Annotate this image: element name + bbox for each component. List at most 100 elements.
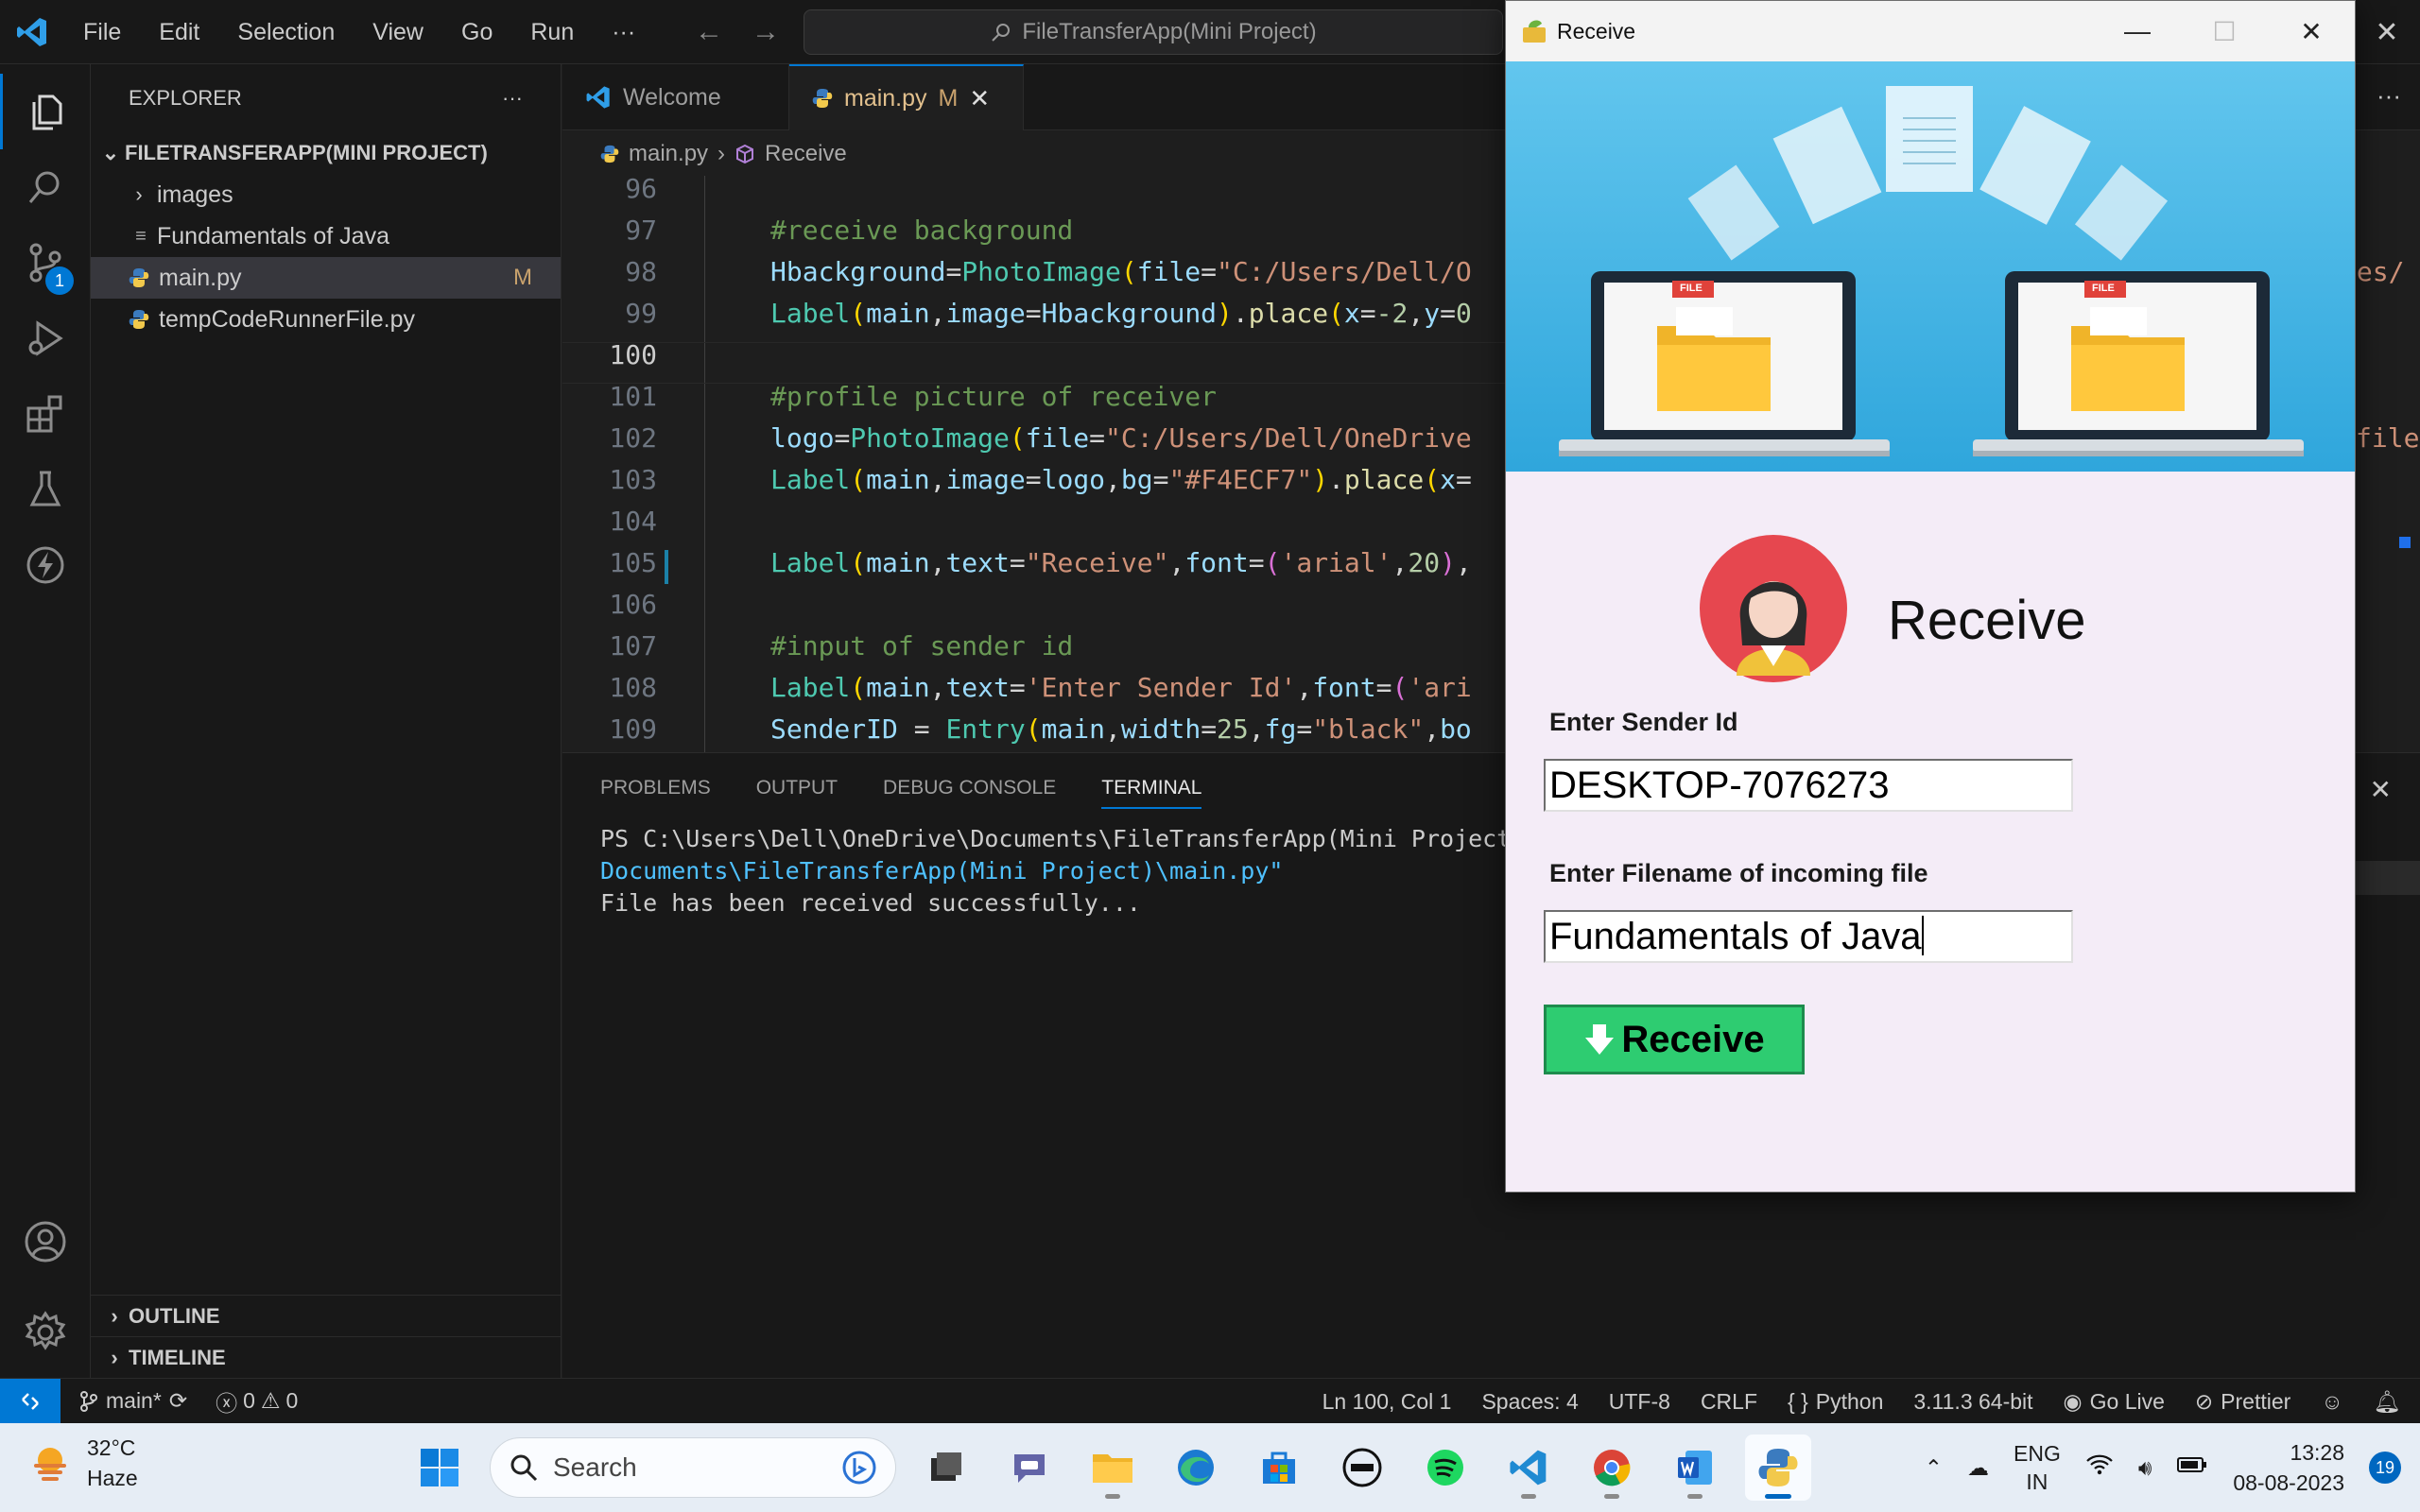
tab-welcome[interactable]: Welcome xyxy=(562,64,789,130)
source-control-icon[interactable]: 1 xyxy=(0,225,91,301)
chrome-icon[interactable] xyxy=(1579,1435,1645,1501)
menu-edit[interactable]: Edit xyxy=(140,0,218,64)
receive-heading: Receive xyxy=(1888,590,2086,651)
status-bar: main* ⟳ ⓧ 0 ⚠ 0 Ln 100, Col 1 Spaces: 4 UT… xyxy=(0,1378,2420,1424)
weather-widget[interactable]: 32°C Haze xyxy=(28,1433,138,1493)
explorer-icon[interactable] xyxy=(0,74,91,149)
receive-button[interactable]: Receive xyxy=(1544,1005,1805,1074)
branch-indicator[interactable]: main* ⟳ xyxy=(79,1388,187,1414)
outline-label: OUTLINE xyxy=(129,1303,220,1328)
vscode-taskbar-icon[interactable] xyxy=(1495,1435,1562,1501)
language-indicator[interactable]: ENG IN xyxy=(2014,1439,2061,1496)
tab-close-icon[interactable]: ✕ xyxy=(969,84,990,113)
run-debug-icon[interactable] xyxy=(0,301,91,376)
vscode-close-icon[interactable]: ✕ xyxy=(2354,0,2420,64)
cursor-position[interactable]: Ln 100, Col 1 xyxy=(1322,1389,1452,1415)
code-line: 101 #profile picture of receiver xyxy=(609,381,1218,412)
thunder-client-icon[interactable] xyxy=(0,527,91,603)
account-icon[interactable] xyxy=(0,1204,91,1280)
teams-chat-icon[interactable] xyxy=(996,1435,1063,1501)
microsoft-store-icon[interactable] xyxy=(1246,1435,1312,1501)
python-file-icon xyxy=(125,309,153,330)
forward-arrow-icon[interactable]: → xyxy=(752,16,780,48)
system-tray: ⌃ ☁ ENG IN 🔊︎ 13:28 08-08-2023 19 xyxy=(1925,1423,2401,1512)
testing-icon[interactable] xyxy=(0,452,91,527)
tree-item-main-py[interactable]: main.py M xyxy=(91,257,561,299)
clock[interactable]: 13:28 08-08-2023 xyxy=(2233,1437,2344,1498)
menu-file[interactable]: File xyxy=(64,0,140,64)
tree-item-tempcoderunner[interactable]: tempCodeRunnerFile.py xyxy=(91,299,561,340)
receive-window-titlebar[interactable]: Receive — ☐ ✕ xyxy=(1506,1,2355,61)
project-folder[interactable]: ⌄ FILETRANSFERAPP(MINI PROJECT) xyxy=(91,132,561,174)
running-indicator xyxy=(1765,1494,1791,1499)
edge-browser-icon[interactable] xyxy=(1163,1435,1229,1501)
minimize-icon[interactable]: — xyxy=(2094,1,2181,61)
timeline-section[interactable]: › TIMELINE xyxy=(91,1336,562,1378)
editor-more-icon[interactable]: ··· xyxy=(2377,81,2401,111)
volume-icon[interactable]: 🔊︎ xyxy=(2138,1455,2152,1481)
bell-icon[interactable]: 🔔︎ xyxy=(2374,1389,2401,1415)
running-indicator xyxy=(1604,1494,1619,1499)
dell-icon[interactable] xyxy=(1329,1435,1395,1501)
tree-item-fundamentals[interactable]: ≡ Fundamentals of Java xyxy=(91,215,561,257)
windows-taskbar: 32°C Haze Search ⌃ ☁ ENG IN 🔊︎ 13:28 08-… xyxy=(0,1423,2420,1512)
menu-selection[interactable]: Selection xyxy=(218,0,354,64)
panel-close-icon[interactable]: ✕ xyxy=(2370,774,2392,805)
tab-output[interactable]: OUTPUT xyxy=(756,777,838,799)
braces-icon: { } xyxy=(1788,1388,1808,1414)
tab-debug-console[interactable]: DEBUG CONSOLE xyxy=(883,777,1056,799)
maximize-icon[interactable]: ☐ xyxy=(2181,1,2268,61)
sync-icon[interactable]: ⟳ xyxy=(169,1388,187,1414)
remote-indicator-icon[interactable] xyxy=(0,1378,60,1424)
back-arrow-icon[interactable]: ← xyxy=(695,16,723,48)
extensions-icon[interactable] xyxy=(0,376,91,452)
word-icon[interactable] xyxy=(1662,1435,1728,1501)
outline-section[interactable]: › OUTLINE xyxy=(91,1295,562,1336)
feedback-icon[interactable]: ☺ xyxy=(2321,1389,2342,1415)
code-line: 104 xyxy=(609,506,657,537)
code-editor[interactable]: 96 97 #receive background 98 Hbackground=P… xyxy=(562,176,1508,752)
problems-indicator[interactable]: ⓧ 0 ⚠ 0 xyxy=(216,1385,298,1418)
menu-go[interactable]: Go xyxy=(442,0,511,64)
notification-badge[interactable]: 19 xyxy=(2369,1452,2401,1484)
command-center[interactable]: FileTransferApp(Mini Project) xyxy=(804,9,1503,55)
go-live-button[interactable]: ◉ Go Live xyxy=(2064,1389,2165,1415)
chevron-up-icon[interactable]: ⌃ xyxy=(1925,1455,1943,1481)
python-tk-taskbar-icon[interactable] xyxy=(1745,1435,1811,1501)
encoding[interactable]: UTF-8 xyxy=(1609,1389,1670,1415)
tab-main-py[interactable]: main.py M ✕ xyxy=(789,64,1024,130)
task-view-icon[interactable] xyxy=(913,1435,979,1501)
warning-count: 0 xyxy=(285,1388,299,1413)
tab-problems[interactable]: PROBLEMS xyxy=(600,777,711,799)
onedrive-icon[interactable]: ☁ xyxy=(1967,1455,1989,1481)
weather-condition: Haze xyxy=(87,1466,138,1490)
file-explorer-icon[interactable] xyxy=(1080,1435,1146,1501)
spotify-icon[interactable] xyxy=(1412,1435,1478,1501)
warning-icon: ⚠ xyxy=(260,1388,281,1413)
start-button[interactable] xyxy=(406,1435,473,1501)
menu-view[interactable]: View xyxy=(354,0,442,64)
python-interpreter[interactable]: 3.11.3 64-bit xyxy=(1913,1389,2032,1415)
taskbar-search[interactable]: Search xyxy=(490,1437,896,1498)
filename-input[interactable]: Fundamentals of Java xyxy=(1544,910,2073,963)
tree-item-label: tempCodeRunnerFile.py xyxy=(159,305,415,333)
wifi-icon[interactable] xyxy=(2085,1453,2114,1482)
line-ending[interactable]: CRLF xyxy=(1701,1389,1757,1415)
prettier-button[interactable]: ⊘ Prettier xyxy=(2195,1389,2290,1415)
sender-id-input[interactable]: DESKTOP-7076273 xyxy=(1544,759,2073,812)
settings-gear-icon[interactable] xyxy=(0,1295,91,1370)
battery-icon[interactable] xyxy=(2176,1454,2208,1481)
language-mode[interactable]: { } Python xyxy=(1788,1389,1883,1415)
close-icon[interactable]: ✕ xyxy=(2268,1,2355,61)
tree-item-images[interactable]: › images xyxy=(91,174,561,215)
minimap-marker xyxy=(2399,537,2411,548)
menu-run[interactable]: Run xyxy=(511,0,593,64)
explorer-more-button[interactable]: ··· xyxy=(502,86,523,111)
indentation[interactable]: Spaces: 4 xyxy=(1481,1389,1578,1415)
breadcrumb-symbol[interactable]: Receive xyxy=(765,141,847,167)
breadcrumb-file[interactable]: main.py xyxy=(629,141,708,167)
tab-terminal[interactable]: TERMINAL xyxy=(1101,777,1202,809)
prettier-disabled-icon: ⊘ xyxy=(2194,1388,2214,1414)
search-icon[interactable] xyxy=(0,149,91,225)
menu-more[interactable]: ··· xyxy=(593,0,654,64)
